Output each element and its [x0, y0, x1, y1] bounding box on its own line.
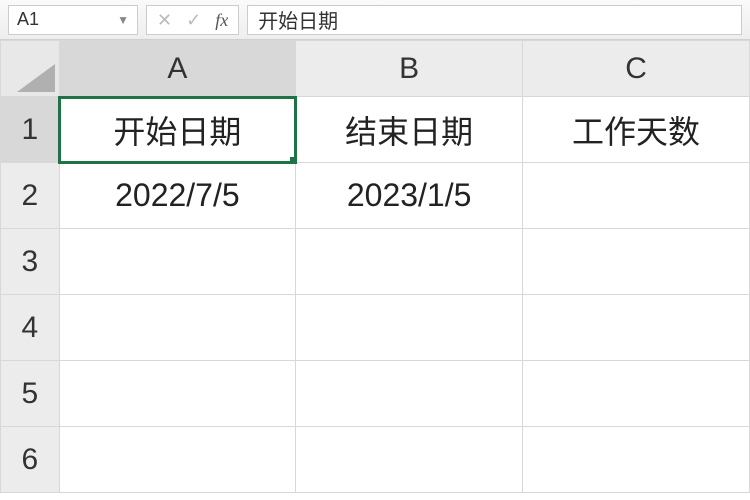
cell-C6[interactable] [523, 427, 750, 493]
cell-A4[interactable] [59, 295, 296, 361]
row-header-2[interactable]: 2 [1, 163, 60, 229]
formula-bar-buttons: ✕ ✓ fx [146, 5, 239, 35]
formula-input-value: 开始日期 [258, 5, 338, 34]
column-header-C[interactable]: C [523, 41, 750, 97]
cancel-icon[interactable]: ✕ [157, 11, 172, 29]
cell-B2[interactable]: 2023/1/5 [296, 163, 523, 229]
dropdown-icon[interactable]: ▼ [117, 13, 129, 27]
cell-A3[interactable] [59, 229, 296, 295]
cell-C2[interactable] [523, 163, 750, 229]
cell-B5[interactable] [296, 361, 523, 427]
cell-A6[interactable] [59, 427, 296, 493]
row-header-5[interactable]: 5 [1, 361, 60, 427]
formula-bar: A1 ▼ ✕ ✓ fx 开始日期 [0, 0, 750, 40]
cell-C3[interactable] [523, 229, 750, 295]
cell-C4[interactable] [523, 295, 750, 361]
name-box[interactable]: A1 ▼ [8, 5, 138, 35]
spreadsheet-grid: A B C 1 开始日期 结束日期 工作天数 2 2022/7/5 2023/1… [0, 40, 750, 493]
cell-A5[interactable] [59, 361, 296, 427]
column-header-B[interactable]: B [296, 41, 523, 97]
confirm-icon[interactable]: ✓ [186, 11, 201, 29]
cell-C5[interactable] [523, 361, 750, 427]
cell-C1[interactable]: 工作天数 [523, 97, 750, 163]
row-header-3[interactable]: 3 [1, 229, 60, 295]
cell-B1[interactable]: 结束日期 [296, 97, 523, 163]
cell-A1[interactable]: 开始日期 [59, 97, 296, 163]
select-all-corner[interactable] [1, 41, 60, 97]
row-header-6[interactable]: 6 [1, 427, 60, 493]
fx-icon[interactable]: fx [215, 11, 228, 29]
name-box-value: A1 [17, 9, 39, 30]
cell-B3[interactable] [296, 229, 523, 295]
column-header-A[interactable]: A [59, 41, 296, 97]
row-header-4[interactable]: 4 [1, 295, 60, 361]
cell-B4[interactable] [296, 295, 523, 361]
formula-input[interactable]: 开始日期 [247, 5, 742, 35]
row-header-1[interactable]: 1 [1, 97, 60, 163]
cell-A2[interactable]: 2022/7/5 [59, 163, 296, 229]
cell-B6[interactable] [296, 427, 523, 493]
